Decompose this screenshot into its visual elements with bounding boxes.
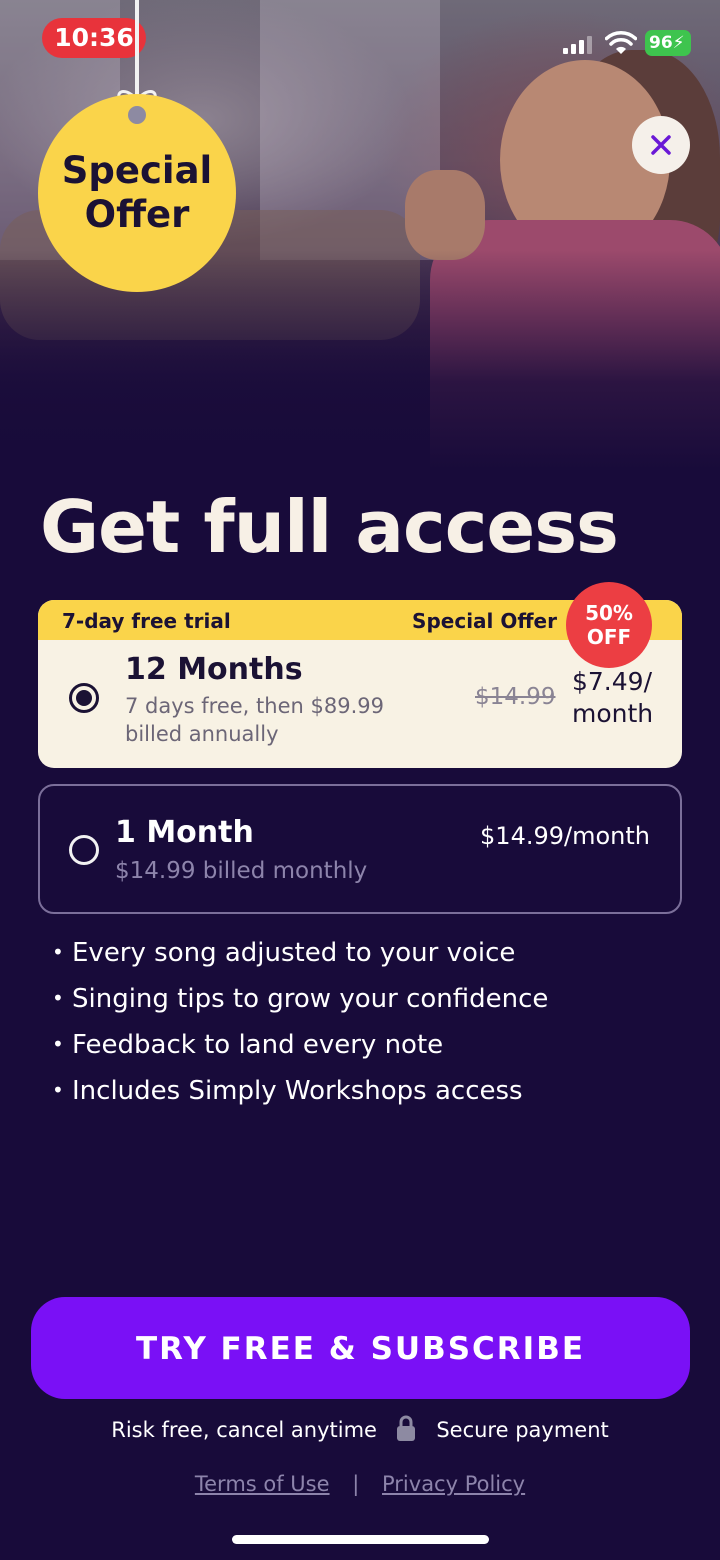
plan-12-months-radio[interactable] — [69, 683, 99, 713]
signal-icon — [563, 36, 593, 54]
lock-icon — [396, 1415, 415, 1441]
plan-12-months-name: 12 Months — [125, 652, 303, 687]
trial-label: 7-day free trial — [62, 609, 231, 633]
discount-percent: 50% — [585, 601, 633, 625]
feature-item: • Feedback to land every note — [52, 1030, 444, 1060]
plan-1-month-name: 1 Month — [115, 815, 254, 850]
status-bar: 10:36 96⚡ — [0, 0, 720, 80]
plan-1-month-price: $14.99/month — [480, 822, 650, 850]
plan-12-months-old-price: $14.99 — [475, 684, 556, 710]
tag-line-2: Offer — [84, 193, 190, 236]
status-time: 10:36 — [42, 18, 146, 58]
special-offer-tag: Special Offer — [38, 94, 236, 292]
feature-text: Feedback to land every note — [72, 1030, 444, 1060]
feature-item: • Singing tips to grow your confidence — [52, 984, 549, 1014]
feature-list: • Every song adjusted to your voice • Sing… — [52, 930, 548, 1114]
plan-1-month-description: $14.99 billed monthly — [115, 858, 368, 884]
feature-text: Singing tips to grow your confidence — [72, 984, 549, 1014]
close-icon — [651, 135, 671, 155]
battery-level: 96 — [649, 33, 673, 53]
plan-12-months-price: $7.49/ month — [572, 666, 662, 730]
discount-badge: 50% OFF — [566, 582, 652, 668]
feature-text: Every song adjusted to your voice — [72, 938, 516, 968]
assurance-row: Risk free, cancel anytime Secure payment — [0, 1414, 720, 1442]
plan-12-months-description: 7 days free, then $89.99 billed annually — [125, 694, 384, 746]
legal-links: Terms of Use | Privacy Policy — [0, 1472, 720, 1496]
feature-item: • Includes Simply Workshops access — [52, 1076, 523, 1106]
terms-of-use-link[interactable]: Terms of Use — [195, 1472, 330, 1496]
plan-1-month-radio[interactable] — [69, 835, 99, 865]
discount-off: OFF — [586, 625, 632, 649]
tag-line-1: Special — [61, 149, 213, 192]
feature-item: • Every song adjusted to your voice — [52, 938, 516, 968]
legal-separator: | — [352, 1472, 360, 1496]
tag-hole — [128, 106, 146, 124]
battery-icon: 96⚡ — [645, 30, 691, 56]
special-offer-label: Special Offer — [412, 609, 557, 633]
close-button[interactable] — [632, 116, 690, 174]
risk-free-text: Risk free, cancel anytime — [111, 1418, 377, 1442]
plan-12-months-price-amount: $7.49/ — [572, 667, 652, 696]
privacy-policy-link[interactable]: Privacy Policy — [382, 1472, 525, 1496]
home-indicator[interactable] — [232, 1535, 489, 1544]
plan-12-months-price-unit: month — [572, 699, 654, 728]
secure-payment-text: Secure payment — [436, 1418, 609, 1442]
page-title: Get full access — [40, 485, 619, 569]
subscribe-button[interactable]: TRY FREE & SUBSCRIBE — [31, 1297, 690, 1399]
wifi-icon — [605, 31, 637, 54]
feature-text: Includes Simply Workshops access — [72, 1076, 523, 1106]
